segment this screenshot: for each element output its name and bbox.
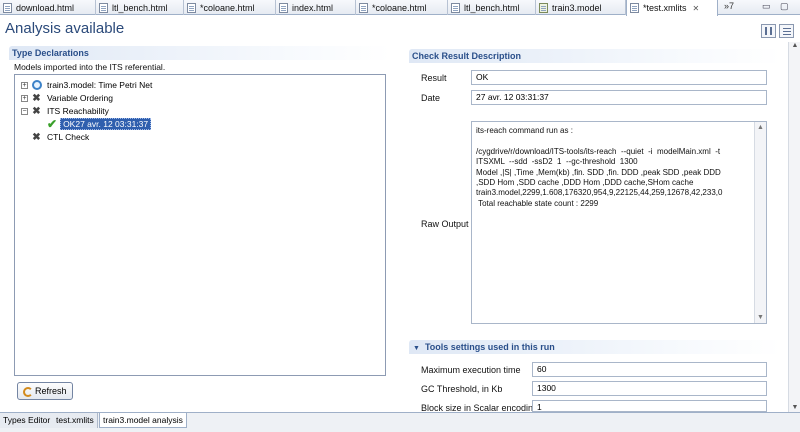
tree-item-its-reachability[interactable]: − ✖ ITS Reachability (21, 105, 111, 117)
gc-threshold-field[interactable]: 1300 (532, 381, 767, 396)
tab-index-html[interactable]: index.html (276, 0, 356, 15)
columns-layout-button[interactable] (761, 24, 776, 38)
rows-layout-icon (783, 28, 791, 29)
cross-icon: ✖ (32, 92, 41, 104)
scroll-up-icon[interactable]: ▲ (756, 123, 765, 132)
tab-train3-model[interactable]: train3.model (536, 0, 626, 15)
html-file-icon (451, 2, 460, 13)
html-file-icon (187, 2, 196, 13)
raw-output-scrollbar[interactable]: ▲ ▼ (754, 122, 766, 323)
refresh-button[interactable]: Refresh (17, 382, 73, 400)
tab-train3-model-analysis[interactable]: train3.model analysis (99, 413, 187, 428)
tab-overflow-indicator[interactable]: »7 (724, 1, 734, 11)
check-icon: ✔ (47, 117, 58, 131)
result-label: Result (421, 73, 447, 83)
raw-output-text: its-reach command run as : /cygdrive/r/d… (476, 126, 723, 208)
its-tree-view[interactable]: + train3.model: Time Petri Net + ✖ Varia… (14, 74, 386, 376)
type-declarations-description: Models imported into the ITS referential… (14, 62, 166, 72)
block-size-field[interactable]: 1 (532, 400, 767, 412)
date-field[interactable]: 27 avr. 12 03:31:37 (471, 90, 767, 105)
max-exec-time-field[interactable]: 60 (532, 362, 767, 377)
max-exec-time-label: Maximum execution time (421, 365, 521, 375)
tab-test-xmlits[interactable]: *test.xmlits ✕ (626, 0, 718, 16)
tree-item-variable-ordering[interactable]: + ✖ Variable Ordering (21, 92, 115, 104)
check-result-heading: Check Result Description (409, 49, 781, 63)
editor-page-tabs: Types Editor test.xmlits train3.model an… (0, 412, 800, 432)
clock-icon (32, 80, 42, 90)
cross-icon: ✖ (32, 105, 41, 117)
scroll-up-icon[interactable]: ▲ (790, 42, 800, 52)
tree-item-ctl-check[interactable]: ✖ CTL Check (32, 131, 91, 143)
minimize-icon[interactable]: ▭ (762, 1, 772, 11)
tree-item-train3-model[interactable]: + train3.model: Time Petri Net (21, 79, 154, 91)
xmlits-file-icon (630, 3, 639, 13)
columns-layout-icon (765, 27, 772, 35)
collapse-icon[interactable]: − (21, 107, 28, 115)
tab-download-html[interactable]: download.html (0, 0, 96, 15)
html-file-icon (3, 2, 12, 13)
close-icon[interactable]: ✕ (693, 4, 700, 13)
maximize-icon[interactable]: ▢ (780, 1, 790, 11)
editor-tab-bar: download.html ltl_bench.html *coloane.ht… (0, 0, 800, 16)
raw-output-textarea[interactable]: its-reach command run as : /cygdrive/r/d… (471, 121, 767, 324)
tab-test-xmlits-source[interactable]: test.xmlits (53, 413, 98, 428)
model-file-icon (539, 2, 548, 13)
html-file-icon (359, 2, 368, 13)
rows-layout-button[interactable] (779, 24, 794, 38)
date-label: Date (421, 93, 441, 103)
type-declarations-heading: Type Declarations (9, 46, 391, 60)
cross-icon: ✖ (32, 131, 41, 143)
result-field[interactable]: OK (471, 70, 767, 85)
scroll-down-icon[interactable]: ▼ (756, 313, 765, 322)
gc-threshold-label: GC Threshold, in Kb (421, 384, 503, 394)
chevron-down-icon[interactable]: ▼ (413, 345, 420, 352)
tab-ltl-bench-html-2[interactable]: ltl_bench.html (448, 0, 536, 15)
expand-icon[interactable]: + (21, 94, 28, 102)
raw-output-label: Raw Output (421, 219, 469, 229)
refresh-icon (22, 386, 33, 397)
html-file-icon (99, 2, 108, 13)
tab-ltl-bench-html[interactable]: ltl_bench.html (96, 0, 184, 15)
expand-icon[interactable]: + (21, 81, 28, 89)
html-file-icon (279, 2, 288, 13)
page-title: Analysis available (5, 20, 125, 37)
tab-coloane-html[interactable]: *coloane.html (184, 0, 276, 15)
tab-types-editor[interactable]: Types Editor (0, 413, 55, 428)
page-scrollbar[interactable]: ▲ ▼ (788, 42, 800, 414)
tools-settings-heading[interactable]: ▼ Tools settings used in this run (409, 340, 781, 354)
tree-item-ok-result[interactable]: ✔ OK27 avr. 12 03:31:37 (47, 117, 152, 131)
tab-coloane-html-2[interactable]: *coloane.html (356, 0, 448, 15)
